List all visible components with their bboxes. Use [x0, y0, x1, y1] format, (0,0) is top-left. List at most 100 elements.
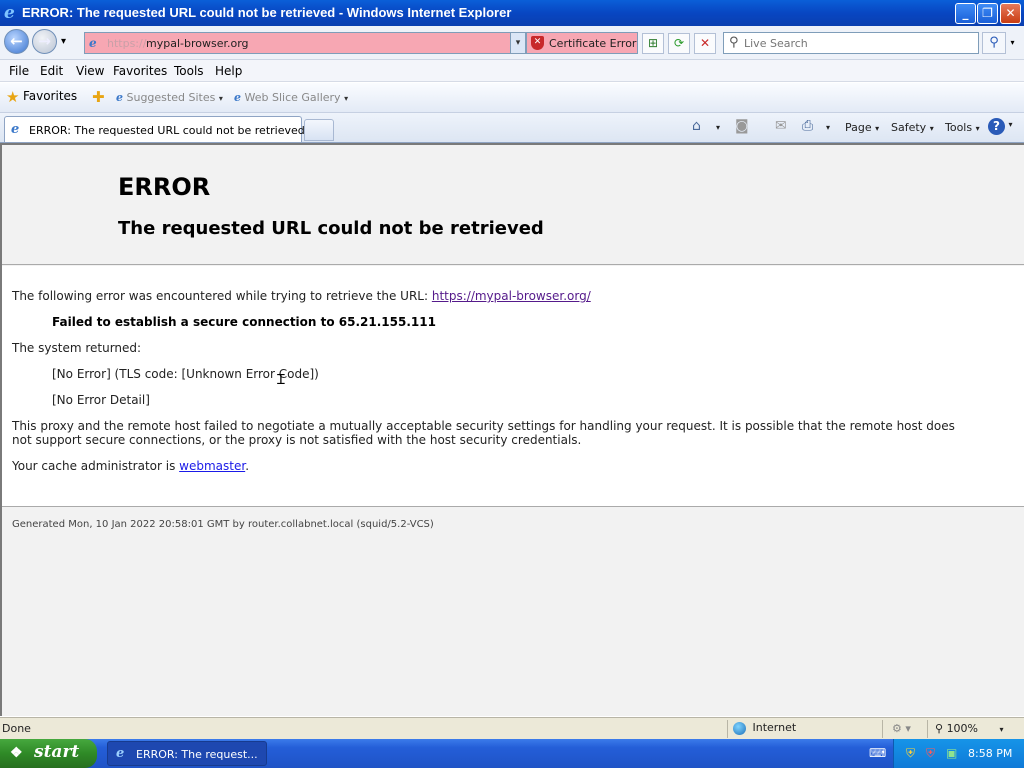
- status-divider: [927, 720, 928, 738]
- navigation-bar: ← → ▾ e https:// mypal-browser.org ▾ ✕ C…: [0, 26, 1024, 60]
- page-menu[interactable]: Page ▾: [845, 121, 879, 134]
- favorites-button[interactable]: ★ Favorites: [6, 88, 77, 106]
- cache-admin-suffix: .: [245, 459, 250, 473]
- new-tab-button[interactable]: [304, 119, 334, 141]
- page-content[interactable]: ERROR The requested URL could not be ret…: [0, 143, 1024, 716]
- search-go-button[interactable]: ⚲: [982, 32, 1006, 54]
- safety-menu-label: Safety: [891, 121, 927, 134]
- mail-icon[interactable]: ✉: [775, 118, 787, 134]
- window-title: ERROR: The requested URL could not be re…: [22, 5, 512, 20]
- error-subheading: The requested URL could not be retrieved: [118, 218, 544, 239]
- keyboard-icon[interactable]: ⌨: [869, 746, 886, 760]
- safety-menu[interactable]: Safety ▾: [891, 121, 934, 134]
- help-menu[interactable]: ? ▾: [988, 118, 1013, 135]
- feeds-icon[interactable]: ◙: [735, 118, 749, 134]
- taskbar-item-label: ERROR: The request...: [136, 748, 258, 761]
- error-intro-text: The following error was encountered whil…: [12, 289, 432, 303]
- address-host: mypal-browser.org: [146, 37, 249, 50]
- web-slice-gallery-icon: e: [234, 91, 241, 104]
- menu-tools[interactable]: Tools: [174, 64, 204, 78]
- home-icon[interactable]: ⌂: [692, 118, 701, 134]
- window-titlebar[interactable]: e ERROR: The requested URL could not be …: [0, 0, 1024, 26]
- taskbar-item-ie[interactable]: e ERROR: The request...: [107, 741, 267, 766]
- taskbar-ie-icon: e: [116, 746, 125, 761]
- network-icon[interactable]: ▣: [946, 746, 957, 760]
- proxy-explanation-line-2: not support secure connections, or the p…: [12, 433, 582, 447]
- certificate-shield-icon: ✕: [531, 36, 544, 50]
- refresh-button[interactable]: ⟳: [668, 33, 690, 54]
- text-cursor-icon: Ɪ: [277, 372, 285, 388]
- suggested-sites-link[interactable]: e Suggested Sites ▾: [116, 91, 223, 104]
- taskbar: ❖ start e ERROR: The request... ⌨ ⛨ ⛨ ▣ …: [0, 739, 1024, 768]
- zoom-icon: ⚲: [935, 722, 944, 735]
- restore-button[interactable]: ❐: [977, 3, 998, 24]
- menu-view[interactable]: View: [76, 64, 104, 78]
- page-icon: e: [89, 36, 97, 50]
- suggested-sites-icon: e: [116, 91, 123, 104]
- tools-menu[interactable]: Tools ▾: [945, 121, 980, 134]
- suggested-sites-label: Suggested Sites: [126, 91, 216, 104]
- home-dropdown[interactable]: ▾: [716, 123, 720, 132]
- chevron-down-icon: ▾: [1008, 120, 1013, 129]
- ie-logo-icon: e: [4, 3, 15, 23]
- forward-button[interactable]: →: [32, 29, 57, 54]
- certificate-error-button[interactable]: ✕ Certificate Error: [526, 32, 638, 54]
- address-scheme: https://: [107, 37, 147, 50]
- cache-admin-prefix: Your cache administrator is: [12, 459, 180, 473]
- system-tray: ⛨ ⛨ ▣ 8:58 PM: [893, 739, 1024, 768]
- generated-footer: Generated Mon, 10 Jan 2022 20:58:01 GMT …: [12, 519, 434, 530]
- status-divider: [727, 720, 728, 738]
- requested-url-link[interactable]: https://mypal-browser.org/: [432, 289, 591, 303]
- web-slice-gallery-label: Web Slice Gallery: [244, 91, 341, 104]
- security-zone[interactable]: Internet: [733, 721, 796, 735]
- chevron-down-icon: ▾: [975, 124, 980, 133]
- status-divider: [882, 720, 883, 738]
- menu-favorites[interactable]: Favorites: [113, 64, 167, 78]
- recent-pages-dropdown[interactable]: ▾: [61, 36, 66, 47]
- error-intro: The following error was encountered whil…: [12, 289, 591, 303]
- menu-edit[interactable]: Edit: [40, 64, 63, 78]
- compatibility-view-button[interactable]: ⊞: [642, 33, 664, 54]
- tools-menu-label: Tools: [945, 121, 973, 134]
- favorites-label: Favorites: [22, 89, 78, 103]
- menu-help[interactable]: Help: [215, 64, 242, 78]
- search-box[interactable]: ⚲: [723, 32, 979, 54]
- back-button[interactable]: ←: [4, 29, 29, 54]
- tab-row: e ERROR: The requested URL could not be …: [0, 113, 1024, 143]
- tab-ie-icon: e: [11, 122, 20, 137]
- menu-file[interactable]: File: [9, 64, 29, 78]
- start-label: start: [34, 742, 80, 762]
- search-icon: ⚲: [729, 35, 739, 50]
- security-shield-icon[interactable]: ⛨: [906, 746, 915, 761]
- menu-bar: File Edit View Favorites Tools Help: [0, 60, 1024, 82]
- address-bar[interactable]: e https:// mypal-browser.org: [84, 32, 526, 54]
- chevron-down-icon: ▾: [344, 94, 349, 103]
- minimize-button[interactable]: _: [955, 3, 976, 24]
- tab-error-page[interactable]: e ERROR: The requested URL could not be …: [4, 116, 305, 142]
- favorites-bar: ★ Favorites ✚ e Suggested Sites ▾ e Web …: [0, 83, 1024, 113]
- stop-button[interactable]: ✕: [694, 33, 716, 54]
- error-detail-text: [No Error Detail]: [52, 393, 150, 407]
- webmaster-link[interactable]: webmaster: [179, 459, 245, 473]
- security-alert-icon[interactable]: ⛨: [926, 746, 935, 761]
- globe-icon: [733, 721, 746, 735]
- tab-label: ERROR: The requested URL could not be re…: [29, 124, 305, 137]
- address-dropdown-button[interactable]: ▾: [510, 32, 526, 54]
- print-dropdown[interactable]: ▾: [826, 123, 830, 132]
- error-header: ERROR The requested URL could not be ret…: [2, 145, 1024, 265]
- cache-admin-line: Your cache administrator is webmaster.: [12, 459, 249, 473]
- search-input[interactable]: [744, 35, 974, 51]
- add-to-favorites-icon[interactable]: ✚: [92, 88, 105, 106]
- search-options-button[interactable]: ▾: [1006, 32, 1019, 54]
- help-icon: ?: [988, 118, 1005, 135]
- clock[interactable]: 8:58 PM: [968, 747, 1012, 760]
- close-button[interactable]: ✕: [1000, 3, 1021, 24]
- zoom-control[interactable]: ⚲ 100% ▾: [935, 722, 1004, 735]
- chevron-down-icon: ▾: [999, 725, 1004, 734]
- web-slice-gallery-link[interactable]: e Web Slice Gallery ▾: [234, 91, 348, 104]
- chevron-down-icon: ▾: [875, 124, 880, 133]
- protected-mode-icon[interactable]: ⚙ ▾: [892, 722, 911, 735]
- chevron-down-icon: ▾: [929, 124, 934, 133]
- print-icon[interactable]: ⎙: [802, 118, 813, 134]
- start-button[interactable]: ❖ start: [0, 739, 97, 768]
